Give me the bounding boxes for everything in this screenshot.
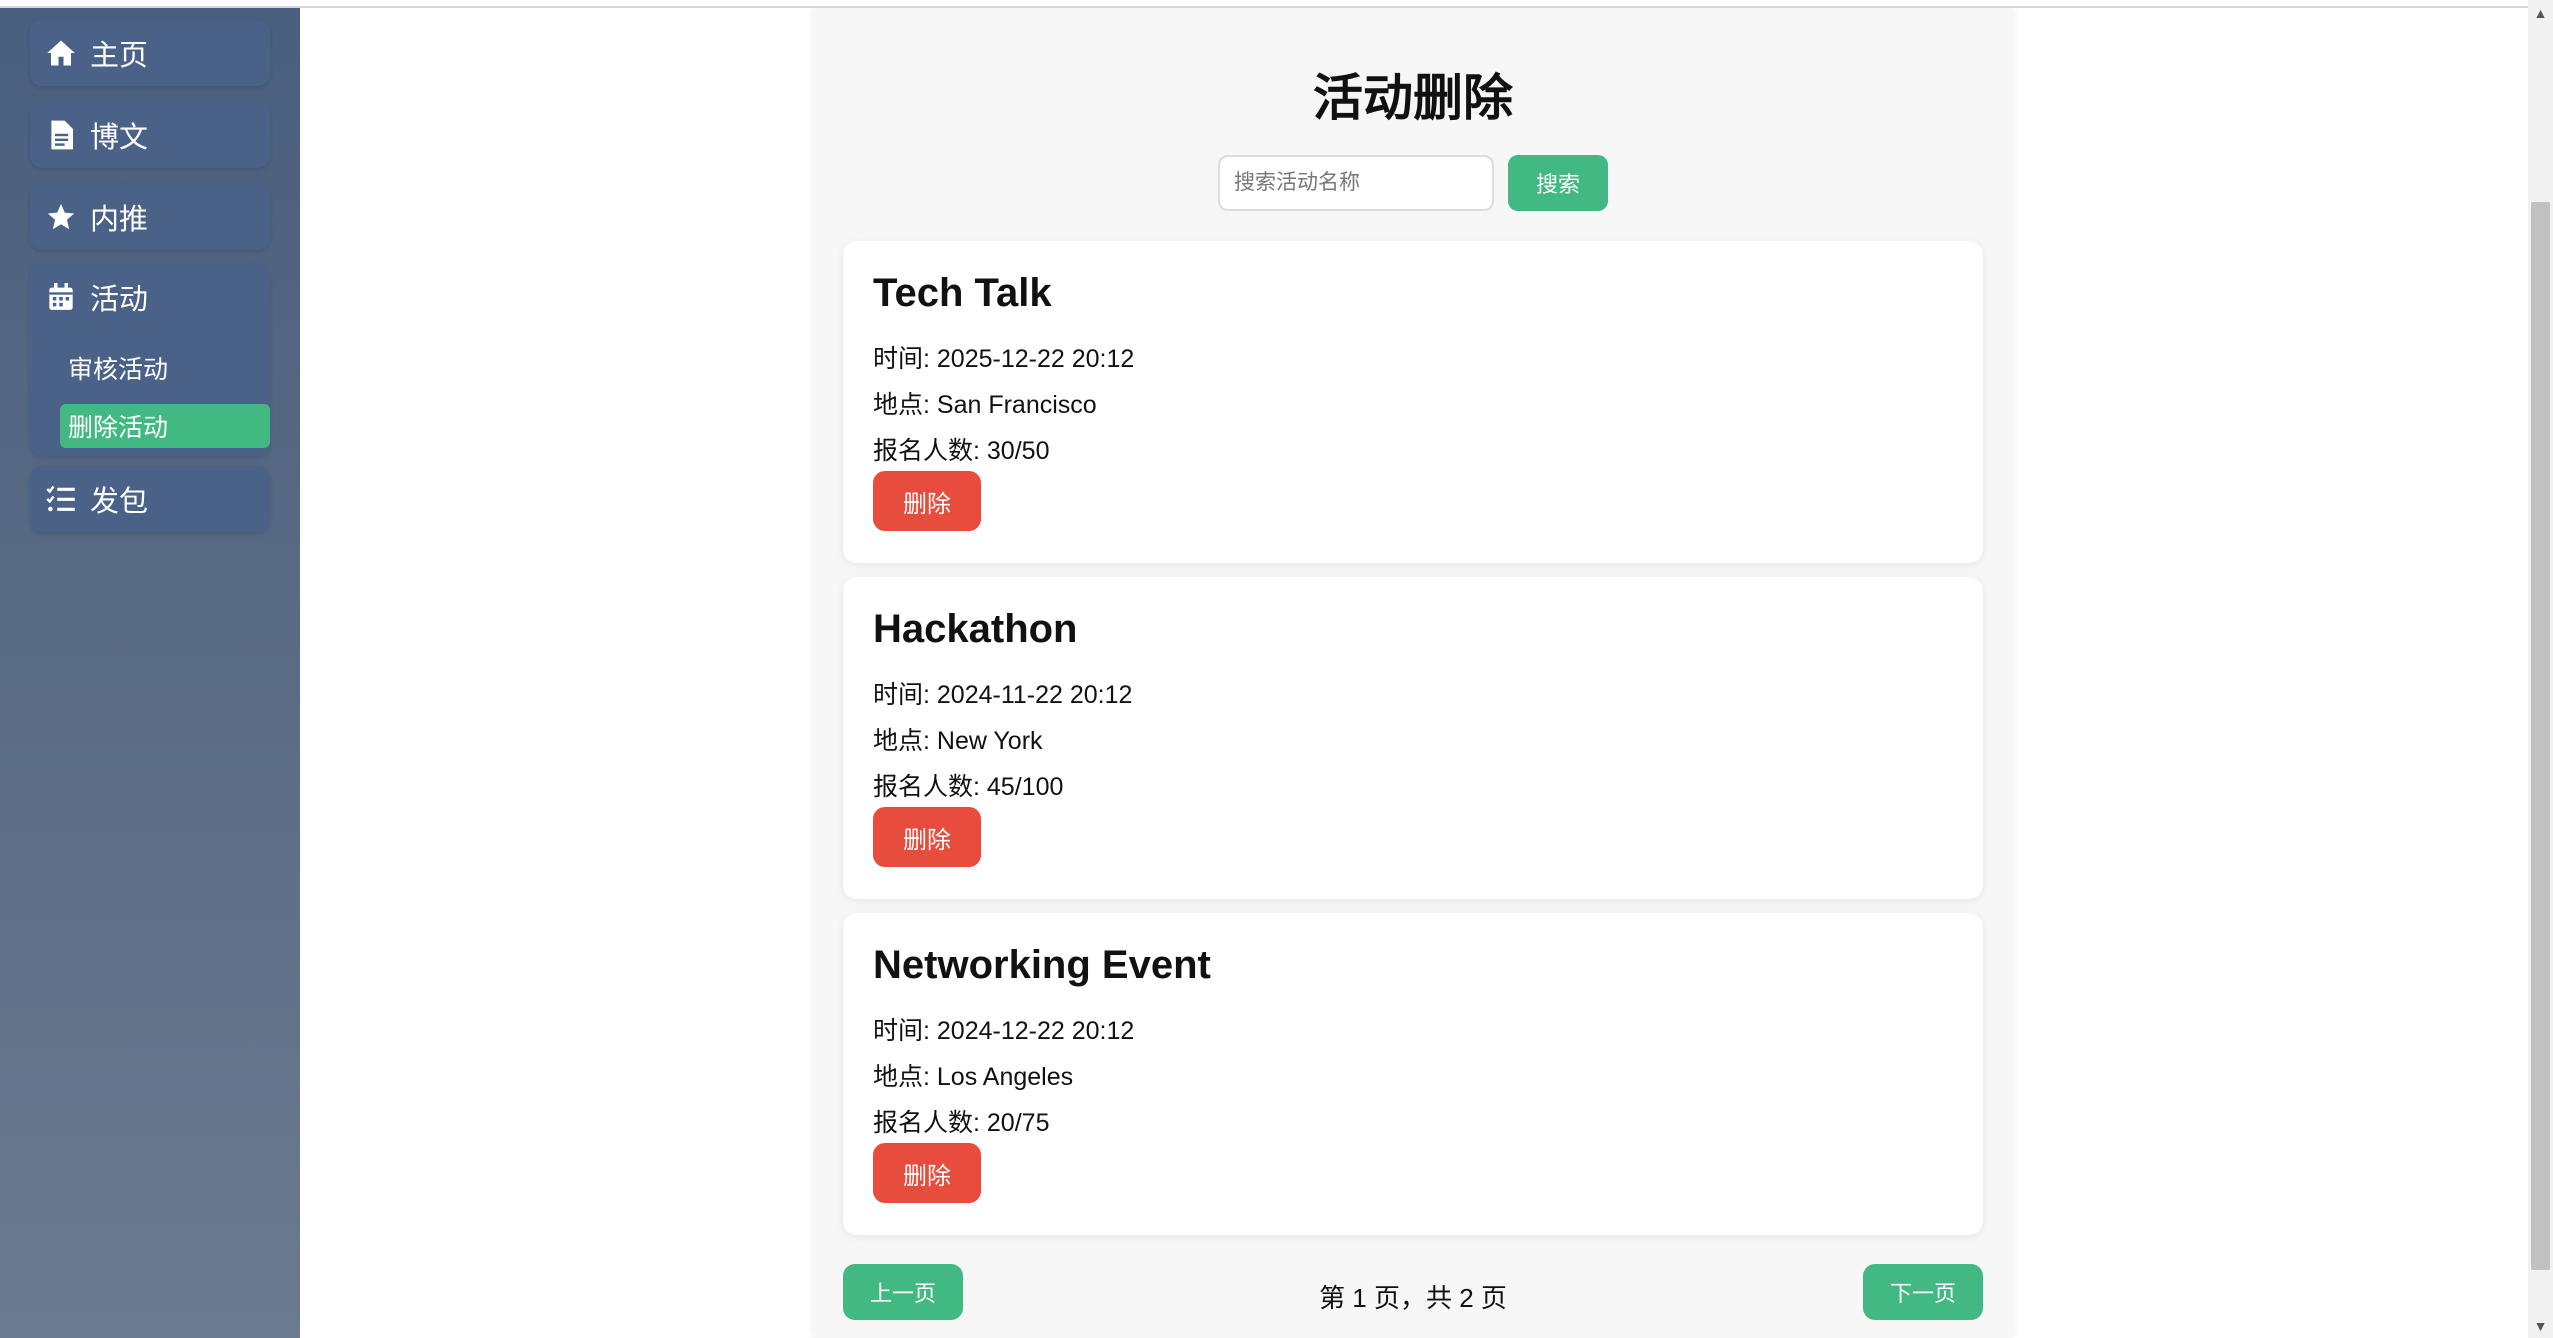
- event-signup: 报名人数: 30/50: [873, 431, 1049, 467]
- page-title: 活动删除: [1313, 70, 1513, 126]
- sidebar-item-package[interactable]: 发包: [30, 466, 270, 532]
- event-signup-label: 报名人数:: [873, 773, 987, 801]
- delete-button[interactable]: 删除: [873, 807, 981, 867]
- delete-button[interactable]: 删除: [873, 471, 981, 531]
- event-card: Hackathon 时间: 2024-11-22 20:12 地点: New Y…: [843, 577, 1983, 899]
- event-location: 地点: San Francisco: [873, 385, 1097, 421]
- event-signup-value: 45/100: [986, 773, 1064, 801]
- event-signup-label: 报名人数:: [873, 1109, 987, 1137]
- event-time-value: 2024-12-22 20:12: [936, 1017, 1135, 1045]
- checklist-icon: [44, 482, 78, 516]
- scroll-up-arrow-icon[interactable]: ▲: [2528, 0, 2553, 25]
- event-location-label: 地点:: [873, 391, 937, 419]
- sidebar-item-label: 博文: [90, 122, 149, 154]
- document-icon: [44, 118, 78, 152]
- event-signup-value: 30/50: [986, 437, 1050, 465]
- prev-page-button[interactable]: 上一页: [843, 1264, 963, 1320]
- event-card: Networking Event 时间: 2024-12-22 20:12 地点…: [843, 913, 1983, 1235]
- event-location: 地点: Los Angeles: [873, 1057, 1073, 1093]
- sidebar-item-blog[interactable]: 博文: [30, 102, 270, 168]
- event-time: 时间: 2024-12-22 20:12: [873, 1011, 1134, 1047]
- scroll-down-arrow-icon[interactable]: ▼: [2528, 1313, 2553, 1338]
- main-panel: 活动删除 搜索 Tech Talk 时间: 2025-12-22 20:12 地…: [813, 8, 2013, 1338]
- event-time-label: 时间:: [873, 345, 937, 373]
- star-icon: [44, 200, 78, 234]
- sidebar-item-label: 主页: [90, 40, 149, 72]
- sidebar: 主页 博文 内推 活动 审核活动 删除活动 发包: [0, 8, 300, 1338]
- vertical-scrollbar[interactable]: ▲ ▼: [2528, 0, 2553, 1338]
- scrollbar-thumb[interactable]: [2531, 202, 2550, 1270]
- event-location-value: Los Angeles: [936, 1063, 1074, 1091]
- delete-button[interactable]: 删除: [873, 1143, 981, 1203]
- sidebar-subitem-label: 审核活动: [68, 356, 169, 384]
- event-location-value: San Francisco: [936, 391, 1097, 419]
- event-time-value: 2025-12-22 20:12: [936, 345, 1135, 373]
- sidebar-subitem-label: 删除活动: [68, 414, 169, 442]
- event-name: Tech Talk: [873, 271, 1052, 315]
- event-time-label: 时间:: [873, 1017, 937, 1045]
- event-location-label: 地点:: [873, 727, 937, 755]
- event-location: 地点: New York: [873, 721, 1043, 757]
- event-name: Networking Event: [873, 943, 1211, 987]
- event-time: 时间: 2025-12-22 20:12: [873, 339, 1134, 375]
- sidebar-item-label: 活动: [90, 284, 149, 316]
- sidebar-item-activity[interactable]: 活动: [30, 264, 270, 330]
- sidebar-item-label: 内推: [90, 204, 149, 236]
- search-button[interactable]: 搜索: [1508, 155, 1608, 211]
- sidebar-item-home[interactable]: 主页: [30, 20, 270, 86]
- window-top-border: [0, 0, 2528, 8]
- event-signup-label: 报名人数:: [873, 437, 987, 465]
- calendar-icon: [44, 280, 78, 314]
- sidebar-group-activity: 活动 审核活动 删除活动: [30, 264, 270, 456]
- event-time: 时间: 2024-11-22 20:12: [873, 675, 1132, 711]
- event-location-label: 地点:: [873, 1063, 937, 1091]
- event-location-value: New York: [936, 727, 1043, 755]
- sidebar-item-referral[interactable]: 内推: [30, 184, 270, 250]
- event-time-label: 时间:: [873, 681, 937, 709]
- sidebar-subitem-review-activity[interactable]: 审核活动: [60, 346, 270, 390]
- event-signup-value: 20/75: [986, 1109, 1050, 1137]
- event-time-value: 2024-11-22 20:12: [936, 681, 1133, 709]
- home-icon: [44, 36, 78, 70]
- event-card: Tech Talk 时间: 2025-12-22 20:12 地点: San F…: [843, 241, 1983, 563]
- event-signup: 报名人数: 20/75: [873, 1103, 1049, 1139]
- next-page-button[interactable]: 下一页: [1863, 1264, 1983, 1320]
- event-signup: 报名人数: 45/100: [873, 767, 1063, 803]
- search-input[interactable]: [1218, 155, 1494, 211]
- pagination-info: 第 1 页，共 2 页: [1319, 1283, 1507, 1313]
- event-name: Hackathon: [873, 607, 1078, 651]
- sidebar-subitem-delete-activity[interactable]: 删除活动: [60, 404, 270, 448]
- sidebar-item-label: 发包: [90, 486, 149, 518]
